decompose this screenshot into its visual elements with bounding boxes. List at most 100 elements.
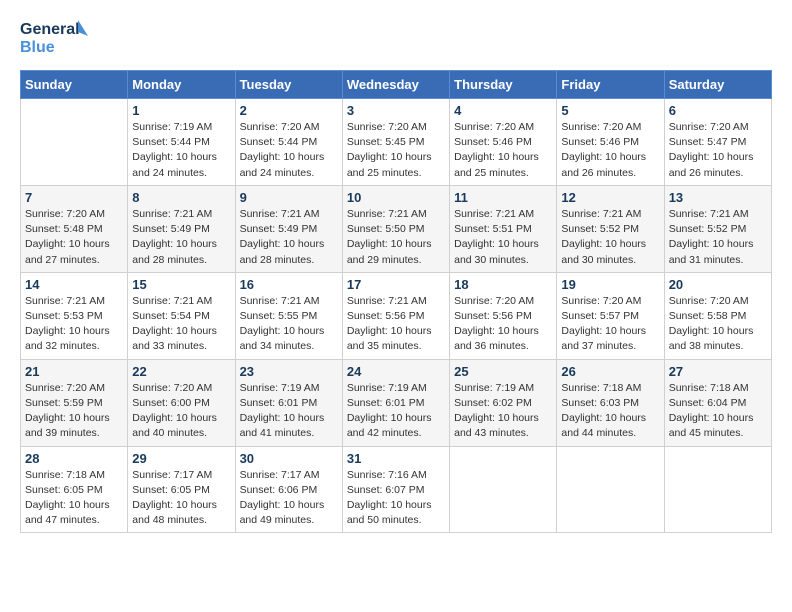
day-info: Sunrise: 7:19 AM Sunset: 6:01 PM Dayligh… bbox=[347, 381, 445, 442]
day-number: 22 bbox=[132, 364, 230, 379]
day-info: Sunrise: 7:18 AM Sunset: 6:03 PM Dayligh… bbox=[561, 381, 659, 442]
day-info: Sunrise: 7:18 AM Sunset: 6:04 PM Dayligh… bbox=[669, 381, 767, 442]
day-number: 25 bbox=[454, 364, 552, 379]
day-info: Sunrise: 7:20 AM Sunset: 5:59 PM Dayligh… bbox=[25, 381, 123, 442]
day-number: 23 bbox=[240, 364, 338, 379]
day-info: Sunrise: 7:19 AM Sunset: 6:02 PM Dayligh… bbox=[454, 381, 552, 442]
day-number: 8 bbox=[132, 190, 230, 205]
calendar-cell: 28 Sunrise: 7:18 AM Sunset: 6:05 PM Dayli… bbox=[21, 446, 128, 533]
calendar-cell: 20 Sunrise: 7:20 AM Sunset: 5:58 PM Dayli… bbox=[664, 272, 771, 359]
day-info: Sunrise: 7:20 AM Sunset: 5:48 PM Dayligh… bbox=[25, 207, 123, 268]
calendar-cell: 8 Sunrise: 7:21 AM Sunset: 5:49 PM Daylig… bbox=[128, 185, 235, 272]
svg-text:Blue: Blue bbox=[20, 39, 55, 56]
day-number: 31 bbox=[347, 451, 445, 466]
day-info: Sunrise: 7:20 AM Sunset: 5:58 PM Dayligh… bbox=[669, 294, 767, 355]
day-number: 5 bbox=[561, 103, 659, 118]
calendar-cell: 18 Sunrise: 7:20 AM Sunset: 5:56 PM Dayli… bbox=[450, 272, 557, 359]
day-info: Sunrise: 7:21 AM Sunset: 5:50 PM Dayligh… bbox=[347, 207, 445, 268]
day-number: 9 bbox=[240, 190, 338, 205]
page-header: GeneralBlue bbox=[20, 16, 772, 58]
svg-text:General: General bbox=[20, 21, 80, 38]
calendar-cell bbox=[21, 99, 128, 186]
calendar-cell: 6Sunrise: 7:20 AM Sunset: 5:47 PM Daylig… bbox=[664, 99, 771, 186]
calendar-cell: 10 Sunrise: 7:21 AM Sunset: 5:50 PM Dayli… bbox=[342, 185, 449, 272]
day-info: Sunrise: 7:20 AM Sunset: 5:56 PM Dayligh… bbox=[454, 294, 552, 355]
day-number: 7 bbox=[25, 190, 123, 205]
weekday-header: Monday bbox=[128, 71, 235, 99]
weekday-header: Sunday bbox=[21, 71, 128, 99]
day-info: Sunrise: 7:21 AM Sunset: 5:53 PM Dayligh… bbox=[25, 294, 123, 355]
calendar-cell: 25 Sunrise: 7:19 AM Sunset: 6:02 PM Dayli… bbox=[450, 359, 557, 446]
calendar-cell: 27 Sunrise: 7:18 AM Sunset: 6:04 PM Dayli… bbox=[664, 359, 771, 446]
day-number: 26 bbox=[561, 364, 659, 379]
calendar-cell: 5 Sunrise: 7:20 AM Sunset: 5:46 PM Daylig… bbox=[557, 99, 664, 186]
day-number: 3 bbox=[347, 103, 445, 118]
logo-icon: GeneralBlue bbox=[20, 16, 90, 58]
day-number: 4 bbox=[454, 103, 552, 118]
day-number: 12 bbox=[561, 190, 659, 205]
day-number: 20 bbox=[669, 277, 767, 292]
weekday-header: Wednesday bbox=[342, 71, 449, 99]
calendar-table: SundayMondayTuesdayWednesdayThursdayFrid… bbox=[20, 70, 772, 533]
day-info: Sunrise: 7:18 AM Sunset: 6:05 PM Dayligh… bbox=[25, 468, 123, 529]
day-number: 11 bbox=[454, 190, 552, 205]
calendar-week-row: 14 Sunrise: 7:21 AM Sunset: 5:53 PM Dayli… bbox=[21, 272, 772, 359]
calendar-cell: 13 Sunrise: 7:21 AM Sunset: 5:52 PM Dayli… bbox=[664, 185, 771, 272]
day-number: 14 bbox=[25, 277, 123, 292]
calendar-cell: 15 Sunrise: 7:21 AM Sunset: 5:54 PM Dayli… bbox=[128, 272, 235, 359]
day-info: Sunrise: 7:21 AM Sunset: 5:51 PM Dayligh… bbox=[454, 207, 552, 268]
day-number: 21 bbox=[25, 364, 123, 379]
day-info: Sunrise: 7:19 AM Sunset: 6:01 PM Dayligh… bbox=[240, 381, 338, 442]
calendar-cell: 7 Sunrise: 7:20 AM Sunset: 5:48 PM Daylig… bbox=[21, 185, 128, 272]
day-number: 18 bbox=[454, 277, 552, 292]
day-number: 27 bbox=[669, 364, 767, 379]
day-info: Sunrise: 7:21 AM Sunset: 5:55 PM Dayligh… bbox=[240, 294, 338, 355]
day-number: 2 bbox=[240, 103, 338, 118]
calendar-cell: 14 Sunrise: 7:21 AM Sunset: 5:53 PM Dayli… bbox=[21, 272, 128, 359]
day-number: 13 bbox=[669, 190, 767, 205]
calendar-week-row: 28 Sunrise: 7:18 AM Sunset: 6:05 PM Dayli… bbox=[21, 446, 772, 533]
day-info: Sunrise: 7:16 AM Sunset: 6:07 PM Dayligh… bbox=[347, 468, 445, 529]
calendar-cell: 12 Sunrise: 7:21 AM Sunset: 5:52 PM Dayli… bbox=[557, 185, 664, 272]
calendar-cell: 4 Sunrise: 7:20 AM Sunset: 5:46 PM Daylig… bbox=[450, 99, 557, 186]
calendar-cell: 30 Sunrise: 7:17 AM Sunset: 6:06 PM Dayli… bbox=[235, 446, 342, 533]
calendar-cell: 26 Sunrise: 7:18 AM Sunset: 6:03 PM Dayli… bbox=[557, 359, 664, 446]
day-info: Sunrise: 7:17 AM Sunset: 6:06 PM Dayligh… bbox=[240, 468, 338, 529]
day-number: 6 bbox=[669, 103, 767, 118]
calendar-cell: 21 Sunrise: 7:20 AM Sunset: 5:59 PM Dayli… bbox=[21, 359, 128, 446]
day-number: 10 bbox=[347, 190, 445, 205]
day-number: 16 bbox=[240, 277, 338, 292]
calendar-cell bbox=[664, 446, 771, 533]
calendar-cell: 19Sunrise: 7:20 AM Sunset: 5:57 PM Dayli… bbox=[557, 272, 664, 359]
day-number: 28 bbox=[25, 451, 123, 466]
calendar-cell: 29 Sunrise: 7:17 AM Sunset: 6:05 PM Dayli… bbox=[128, 446, 235, 533]
calendar-cell: 3Sunrise: 7:20 AM Sunset: 5:45 PM Daylig… bbox=[342, 99, 449, 186]
day-info: Sunrise: 7:21 AM Sunset: 5:49 PM Dayligh… bbox=[132, 207, 230, 268]
calendar-cell: 2 Sunrise: 7:20 AM Sunset: 5:44 PM Daylig… bbox=[235, 99, 342, 186]
day-info: Sunrise: 7:20 AM Sunset: 5:46 PM Dayligh… bbox=[561, 120, 659, 181]
day-info: Sunrise: 7:21 AM Sunset: 5:49 PM Dayligh… bbox=[240, 207, 338, 268]
day-info: Sunrise: 7:17 AM Sunset: 6:05 PM Dayligh… bbox=[132, 468, 230, 529]
day-info: Sunrise: 7:21 AM Sunset: 5:52 PM Dayligh… bbox=[561, 207, 659, 268]
day-info: Sunrise: 7:20 AM Sunset: 5:44 PM Dayligh… bbox=[240, 120, 338, 181]
calendar-week-row: 7 Sunrise: 7:20 AM Sunset: 5:48 PM Daylig… bbox=[21, 185, 772, 272]
weekday-header: Tuesday bbox=[235, 71, 342, 99]
day-info: Sunrise: 7:21 AM Sunset: 5:52 PM Dayligh… bbox=[669, 207, 767, 268]
day-number: 1 bbox=[132, 103, 230, 118]
weekday-header-row: SundayMondayTuesdayWednesdayThursdayFrid… bbox=[21, 71, 772, 99]
logo: GeneralBlue bbox=[20, 16, 90, 58]
calendar-cell: 9 Sunrise: 7:21 AM Sunset: 5:49 PM Daylig… bbox=[235, 185, 342, 272]
day-info: Sunrise: 7:20 AM Sunset: 5:46 PM Dayligh… bbox=[454, 120, 552, 181]
day-number: 30 bbox=[240, 451, 338, 466]
calendar-cell: 31 Sunrise: 7:16 AM Sunset: 6:07 PM Dayli… bbox=[342, 446, 449, 533]
day-info: Sunrise: 7:20 AM Sunset: 6:00 PM Dayligh… bbox=[132, 381, 230, 442]
calendar-week-row: 1Sunrise: 7:19 AM Sunset: 5:44 PM Daylig… bbox=[21, 99, 772, 186]
day-info: Sunrise: 7:21 AM Sunset: 5:54 PM Dayligh… bbox=[132, 294, 230, 355]
weekday-header: Saturday bbox=[664, 71, 771, 99]
day-number: 15 bbox=[132, 277, 230, 292]
weekday-header: Thursday bbox=[450, 71, 557, 99]
calendar-cell: 24 Sunrise: 7:19 AM Sunset: 6:01 PM Dayli… bbox=[342, 359, 449, 446]
day-number: 24 bbox=[347, 364, 445, 379]
day-number: 17 bbox=[347, 277, 445, 292]
day-number: 29 bbox=[132, 451, 230, 466]
